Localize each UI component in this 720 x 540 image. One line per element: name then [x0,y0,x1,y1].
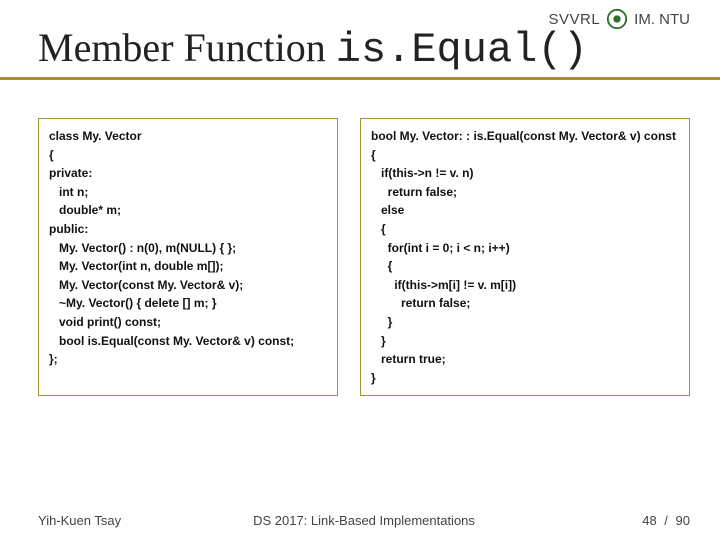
code-box-left: class My. Vector { private: int n; doubl… [38,118,338,396]
imntu-label: IM. NTU [634,11,690,28]
code-boxes: class My. Vector { private: int n; doubl… [38,118,690,396]
code-box-right: bool My. Vector: : is.Equal(const My. Ve… [360,118,690,396]
slide: SVVRL IM. NTU Member Function is.Equal()… [0,0,720,540]
title-prefix: Member Function [38,25,336,70]
slide-title: Member Function is.Equal() [38,24,588,74]
title-code: is.Equal() [336,26,588,74]
footer: Yih-Kuen Tsay DS 2017: Link-Based Implem… [38,513,690,528]
footer-course: DS 2017: Link-Based Implementations [38,513,690,528]
title-underline [0,77,720,80]
ntu-logo-icon [606,8,628,30]
